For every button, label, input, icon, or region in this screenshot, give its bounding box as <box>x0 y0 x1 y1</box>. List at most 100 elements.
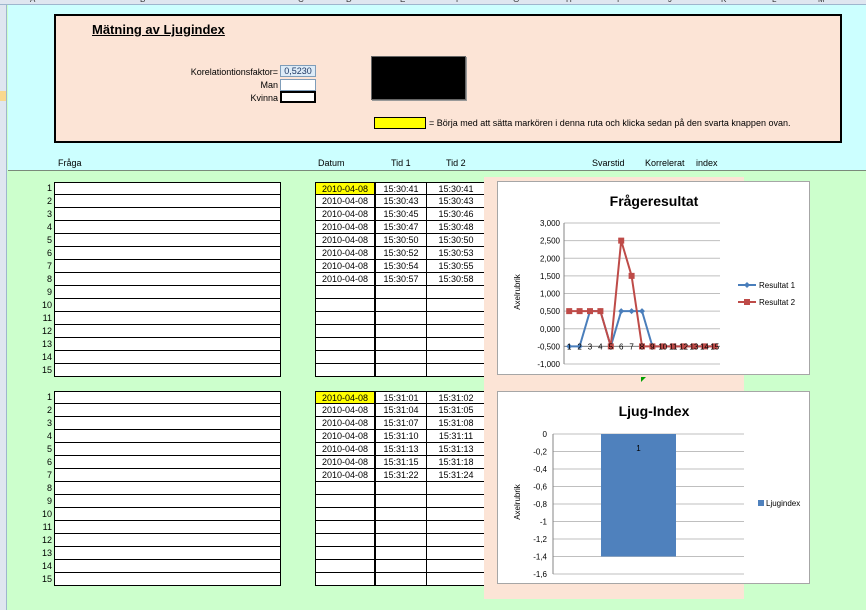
datum-cell[interactable] <box>315 351 375 364</box>
tid1-cell[interactable] <box>375 286 427 299</box>
tid2-cell[interactable]: 15:30:58 <box>426 273 486 286</box>
fraga-cell[interactable] <box>54 443 281 456</box>
tid2-cell[interactable] <box>426 547 486 560</box>
tid2-cell[interactable] <box>426 521 486 534</box>
fraga-cell[interactable] <box>54 560 281 573</box>
tid1-cell[interactable]: 15:31:10 <box>375 430 427 443</box>
fraga-cell[interactable] <box>54 430 281 443</box>
fraga-cell[interactable] <box>54 573 281 586</box>
datum-cell[interactable]: 2010-04-08 <box>315 391 375 404</box>
column-letter[interactable]: A <box>30 0 35 4</box>
fraga-cell[interactable] <box>54 364 281 377</box>
fragresultat-chart[interactable]: Frågeresultat Axelrubrik 3,000 2,500 2,000… <box>497 181 810 375</box>
fraga-cell[interactable] <box>54 469 281 482</box>
column-letter[interactable]: C <box>298 0 304 4</box>
tid2-cell[interactable]: 15:30:43 <box>426 195 486 208</box>
korrelation-value-cell[interactable]: 0,5230 <box>280 65 316 77</box>
tid1-cell[interactable] <box>375 482 427 495</box>
datum-cell[interactable] <box>315 508 375 521</box>
tid2-cell[interactable] <box>426 312 486 325</box>
datum-cell[interactable]: 2010-04-08 <box>315 208 375 221</box>
tid2-cell[interactable] <box>426 534 486 547</box>
tid2-cell[interactable] <box>426 573 486 586</box>
tid1-cell[interactable]: 15:30:45 <box>375 208 427 221</box>
start-measurement-button[interactable] <box>371 56 466 100</box>
tid1-cell[interactable]: 15:30:50 <box>375 234 427 247</box>
tid2-cell[interactable] <box>426 482 486 495</box>
column-letter[interactable]: E <box>400 0 405 4</box>
tid2-cell[interactable]: 15:31:18 <box>426 456 486 469</box>
datum-cell[interactable] <box>315 534 375 547</box>
tid2-cell[interactable] <box>426 286 486 299</box>
fraga-cell[interactable] <box>54 299 281 312</box>
fraga-cell[interactable] <box>54 195 281 208</box>
column-letter[interactable]: I <box>617 0 619 4</box>
tid2-cell[interactable] <box>426 495 486 508</box>
tid1-cell[interactable] <box>375 495 427 508</box>
column-letter[interactable]: G <box>513 0 519 4</box>
fraga-cell[interactable] <box>54 260 281 273</box>
datum-cell[interactable] <box>315 286 375 299</box>
tid2-cell[interactable]: 15:30:50 <box>426 234 486 247</box>
tid2-cell[interactable]: 15:31:13 <box>426 443 486 456</box>
tid2-cell[interactable]: 15:31:02 <box>426 391 486 404</box>
tid1-cell[interactable] <box>375 312 427 325</box>
tid2-cell[interactable]: 15:31:24 <box>426 469 486 482</box>
tid2-cell[interactable] <box>426 338 486 351</box>
fraga-cell[interactable] <box>54 495 281 508</box>
datum-cell[interactable]: 2010-04-08 <box>315 182 375 195</box>
kvinna-value-cell[interactable] <box>280 91 316 103</box>
tid2-cell[interactable]: 15:30:53 <box>426 247 486 260</box>
tid1-cell[interactable]: 15:31:04 <box>375 404 427 417</box>
datum-cell[interactable] <box>315 547 375 560</box>
datum-cell[interactable]: 2010-04-08 <box>315 195 375 208</box>
man-value-cell[interactable] <box>280 79 316 91</box>
datum-cell[interactable]: 2010-04-08 <box>315 443 375 456</box>
datum-cell[interactable] <box>315 338 375 351</box>
tid1-cell[interactable] <box>375 325 427 338</box>
fraga-cell[interactable] <box>54 273 281 286</box>
fraga-cell[interactable] <box>54 417 281 430</box>
fraga-cell[interactable] <box>54 534 281 547</box>
column-letter[interactable]: F <box>456 0 461 4</box>
datum-cell[interactable]: 2010-04-08 <box>315 469 375 482</box>
datum-cell[interactable]: 2010-04-08 <box>315 273 375 286</box>
tid2-cell[interactable]: 15:31:11 <box>426 430 486 443</box>
fraga-cell[interactable] <box>54 338 281 351</box>
datum-cell[interactable]: 2010-04-08 <box>315 260 375 273</box>
datum-cell[interactable]: 2010-04-08 <box>315 430 375 443</box>
tid2-cell[interactable] <box>426 325 486 338</box>
datum-cell[interactable] <box>315 560 375 573</box>
datum-cell[interactable]: 2010-04-08 <box>315 247 375 260</box>
fraga-cell[interactable] <box>54 234 281 247</box>
tid2-cell[interactable]: 15:31:08 <box>426 417 486 430</box>
fraga-cell[interactable] <box>54 391 281 404</box>
fraga-cell[interactable] <box>54 482 281 495</box>
tid2-cell[interactable]: 15:30:55 <box>426 260 486 273</box>
column-letter[interactable]: H <box>566 0 572 4</box>
tid1-cell[interactable] <box>375 521 427 534</box>
datum-cell[interactable] <box>315 364 375 377</box>
tid1-cell[interactable]: 15:30:52 <box>375 247 427 260</box>
datum-cell[interactable] <box>315 573 375 586</box>
tid2-cell[interactable]: 15:31:05 <box>426 404 486 417</box>
tid1-cell[interactable] <box>375 338 427 351</box>
tid1-cell[interactable]: 15:31:07 <box>375 417 427 430</box>
fraga-cell[interactable] <box>54 221 281 234</box>
tid1-cell[interactable]: 15:31:15 <box>375 456 427 469</box>
tid1-cell[interactable] <box>375 364 427 377</box>
datum-cell[interactable] <box>315 482 375 495</box>
column-letter[interactable]: J <box>668 0 672 4</box>
fraga-cell[interactable] <box>54 247 281 260</box>
datum-cell[interactable]: 2010-04-08 <box>315 404 375 417</box>
column-letter[interactable]: M <box>818 0 825 4</box>
tid1-cell[interactable]: 15:30:54 <box>375 260 427 273</box>
datum-cell[interactable] <box>315 299 375 312</box>
fraga-cell[interactable] <box>54 547 281 560</box>
tid1-cell[interactable] <box>375 560 427 573</box>
tid2-cell[interactable] <box>426 508 486 521</box>
ljugindex-chart[interactable]: Ljug-Index Axelrubrik 0 -0,2 -0,4 -0,6 -0,8 -… <box>497 391 810 584</box>
tid2-cell[interactable] <box>426 560 486 573</box>
fraga-cell[interactable] <box>54 351 281 364</box>
tid1-cell[interactable] <box>375 299 427 312</box>
